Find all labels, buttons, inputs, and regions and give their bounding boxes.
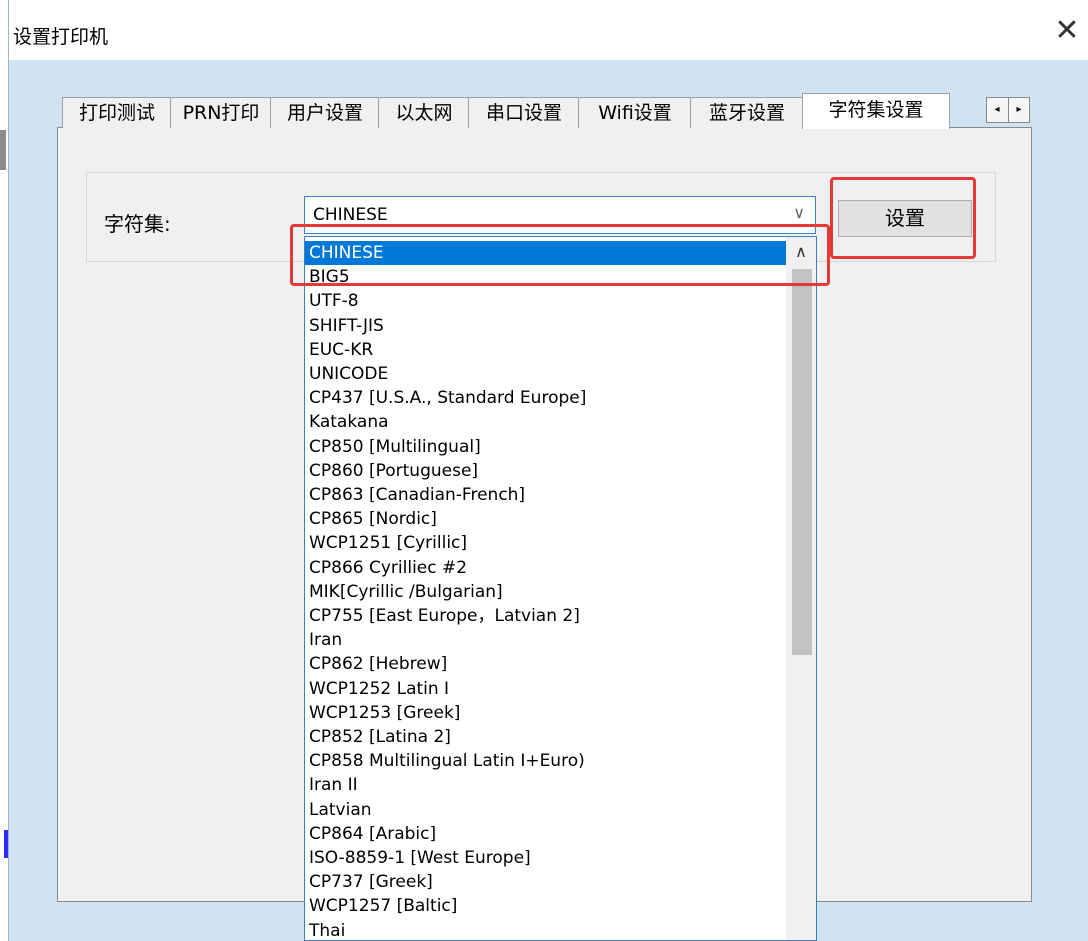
tab-wifi-settings[interactable]: Wifi设置 [578, 97, 692, 128]
tab-scroll-control: ◂ ▸ [986, 97, 1030, 123]
list-item[interactable]: Thai [305, 919, 789, 940]
tab-bluetooth-settings[interactable]: 蓝牙设置 [690, 97, 804, 128]
list-item[interactable]: EUC-KR [305, 338, 789, 362]
list-item[interactable]: ISO-8859-1 [West Europe] [305, 846, 789, 870]
list-item[interactable]: CP858 Multilingual Latin I+Euro) [305, 749, 789, 773]
list-item[interactable]: CP863 [Canadian-French] [305, 483, 789, 507]
list-item[interactable]: CP850 [Multilingual] [305, 435, 789, 459]
charset-selected-value: CHINESE [313, 205, 388, 225]
tab-print-test[interactable]: 打印测试 [62, 97, 172, 128]
list-item[interactable]: MIK[Cyrillic /Bulgarian] [305, 580, 789, 604]
charset-label: 字符集: [104, 212, 171, 236]
window-title: 设置打印机 [13, 26, 109, 48]
charset-dropdown-list[interactable]: CHINESE BIG5 UTF-8 SHIFT-JIS EUC-KR UNICODE CP… [304, 236, 817, 941]
tab-user-settings[interactable]: 用户设置 [270, 97, 380, 128]
list-item[interactable]: WCP1252 Latin I [305, 677, 789, 701]
list-item[interactable]: CP862 [Hebrew] [305, 652, 789, 676]
list-highlight-box [290, 224, 830, 286]
title-bar: 设置打印机 ✕ [9, 0, 1088, 60]
list-item[interactable]: CP864 [Arabic] [305, 822, 789, 846]
tab-scroll-right-icon[interactable]: ▸ [1008, 98, 1029, 122]
list-item[interactable]: CP737 [Greek] [305, 870, 789, 894]
list-item[interactable]: UNICODE [305, 362, 789, 386]
list-item[interactable]: Latvian [305, 798, 789, 822]
list-item[interactable]: CP755 [East Europe，Latvian 2] [305, 604, 789, 628]
list-item[interactable]: CP865 [Nordic] [305, 507, 789, 531]
tab-prn-print[interactable]: PRN打印 [170, 97, 272, 128]
dropdown-scrollbar[interactable]: ∧ [786, 237, 816, 940]
tab-serial-settings[interactable]: 串口设置 [468, 97, 580, 128]
list-item[interactable]: CP866 Cyrilliec #2 [305, 556, 789, 580]
list-item[interactable]: CP437 [U.S.A., Standard Europe] [305, 386, 789, 410]
close-icon[interactable]: ✕ [1051, 14, 1083, 48]
list-item[interactable]: WCP1253 [Greek] [305, 701, 789, 725]
list-item[interactable]: CP860 [Portuguese] [305, 459, 789, 483]
button-highlight-box [830, 177, 976, 259]
tab-scroll-left-icon[interactable]: ◂ [987, 98, 1007, 122]
scroll-thumb[interactable] [792, 269, 812, 655]
list-item[interactable]: Katakana [305, 410, 789, 434]
list-item[interactable]: Iran [305, 628, 789, 652]
list-item[interactable]: WCP1257 [Baltic] [305, 894, 789, 918]
list-item[interactable]: SHIFT-JIS [305, 314, 789, 338]
background-edge [0, 130, 6, 170]
tab-charset-settings[interactable]: 字符集设置 [802, 93, 950, 129]
list-item[interactable]: WCP1251 [Cyrillic] [305, 531, 789, 555]
list-item[interactable]: UTF-8 [305, 289, 789, 313]
chevron-down-icon[interactable]: ∨ [793, 203, 805, 222]
tab-ethernet[interactable]: 以太网 [378, 97, 470, 128]
list-item[interactable]: Iran II [305, 773, 789, 797]
list-item[interactable]: CP852 [Latina 2] [305, 725, 789, 749]
